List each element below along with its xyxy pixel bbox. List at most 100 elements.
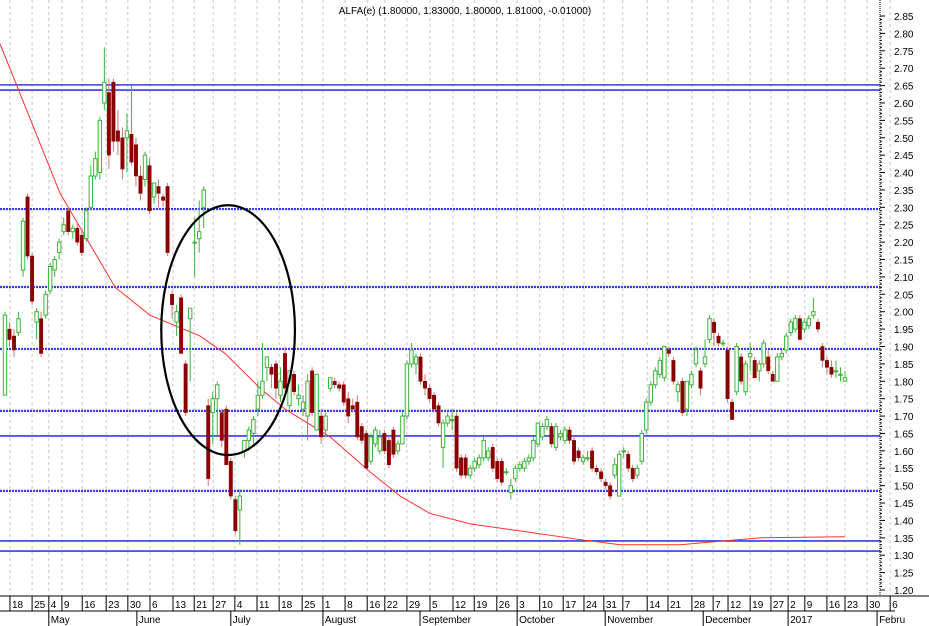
- candle-body: [201, 189, 206, 208]
- candle: [70, 224, 75, 239]
- candle-body: [553, 425, 559, 448]
- candle-body: [224, 408, 229, 466]
- candle: [355, 395, 360, 441]
- candle: [833, 360, 839, 378]
- candle: [756, 360, 762, 382]
- candle: [233, 496, 238, 535]
- candle-body: [562, 429, 568, 441]
- candle: [467, 464, 473, 479]
- y-tick-label: 2.50: [894, 134, 914, 145]
- candle-body: [752, 360, 757, 379]
- candle-body: [476, 457, 482, 466]
- candle-body: [120, 137, 125, 170]
- candle-body: [459, 457, 464, 476]
- x-tick-label: 11: [259, 600, 270, 611]
- candle: [79, 231, 84, 257]
- candle: [20, 217, 26, 277]
- candle: [770, 370, 775, 382]
- candle-body: [25, 196, 30, 257]
- candle-body: [725, 349, 730, 399]
- candle: [179, 294, 184, 354]
- y-tick-label: 2.40: [894, 169, 914, 180]
- candle-body: [170, 294, 175, 305]
- candle-body: [666, 349, 671, 354]
- candle-body: [134, 144, 138, 177]
- y-tick-label: 2.70: [894, 64, 914, 75]
- candle: [310, 367, 315, 417]
- candle: [585, 450, 590, 462]
- y-tick-label: 1.25: [894, 569, 914, 580]
- candle: [616, 450, 622, 497]
- month-label: October: [519, 615, 555, 626]
- candle: [52, 256, 57, 277]
- candle-body: [707, 318, 712, 341]
- candle-body: [161, 196, 166, 201]
- x-tick-label: 23: [108, 600, 120, 611]
- candle-body: [210, 398, 215, 414]
- y-axis: 1.20 1.25 1.30 1.35 1.40 1.45 1.50 1.55 1.60 1.65…: [879, 0, 914, 597]
- x-tick-label: 5: [432, 600, 438, 611]
- candle-body: [373, 429, 378, 445]
- candle: [39, 311, 44, 357]
- candle-body: [594, 467, 599, 472]
- x-tick-label: 6: [152, 600, 158, 611]
- y-tick-label: 1.35: [894, 534, 914, 545]
- candle-body: [61, 224, 66, 233]
- x-tick-label: 7: [625, 600, 631, 611]
- grid-lines: [9, 0, 891, 595]
- candle: [423, 374, 427, 396]
- candle: [490, 443, 495, 472]
- y-tick-label: 1.85: [894, 360, 914, 371]
- y-tick-label: 2.55: [894, 116, 914, 127]
- candle-body: [730, 401, 735, 420]
- candle-body: [404, 363, 410, 417]
- candle: [269, 363, 274, 389]
- candle: [129, 85, 134, 166]
- candle-body: [418, 356, 423, 382]
- x-tick-label: 3: [519, 600, 525, 611]
- candle-body: [179, 297, 184, 354]
- candle: [635, 464, 640, 479]
- candle-body: [467, 467, 473, 476]
- candle-body: [246, 429, 252, 441]
- candle: [842, 370, 848, 382]
- candle: [526, 454, 532, 465]
- candle: [775, 353, 780, 382]
- month-label: July: [233, 615, 251, 626]
- candle: [811, 297, 816, 319]
- x-tick-label: 30: [130, 600, 142, 611]
- candle-body: [504, 471, 509, 474]
- candle: [761, 339, 766, 368]
- candle-body: [820, 346, 825, 361]
- y-tick-label: 2.80: [894, 29, 914, 40]
- candle: [440, 419, 446, 469]
- candle-body: [630, 467, 635, 479]
- candle-body: [237, 495, 243, 511]
- candle-body: [432, 394, 436, 410]
- month-label: June: [139, 615, 161, 626]
- x-tick-label: 7: [715, 600, 721, 611]
- candle-body: [576, 450, 581, 459]
- candle-body: [838, 373, 843, 376]
- candle-body: [377, 436, 383, 452]
- candle-body: [603, 481, 608, 486]
- candle: [499, 457, 504, 486]
- candle-body: [608, 485, 613, 497]
- candle-body: [445, 415, 450, 424]
- candle-body: [644, 401, 649, 431]
- candle-body: [20, 220, 26, 271]
- candle: [463, 454, 468, 479]
- candle-body: [409, 349, 414, 365]
- candle: [187, 307, 193, 382]
- candle: [66, 207, 71, 236]
- candle: [274, 360, 278, 399]
- candle: [260, 343, 265, 399]
- x-tick-label: 21: [196, 600, 208, 611]
- candle: [486, 447, 491, 462]
- candle-body: [219, 412, 224, 441]
- candle: [657, 356, 663, 378]
- candle: [716, 332, 721, 347]
- candle-body: [802, 321, 807, 330]
- candle: [215, 381, 220, 437]
- candle: [793, 315, 798, 333]
